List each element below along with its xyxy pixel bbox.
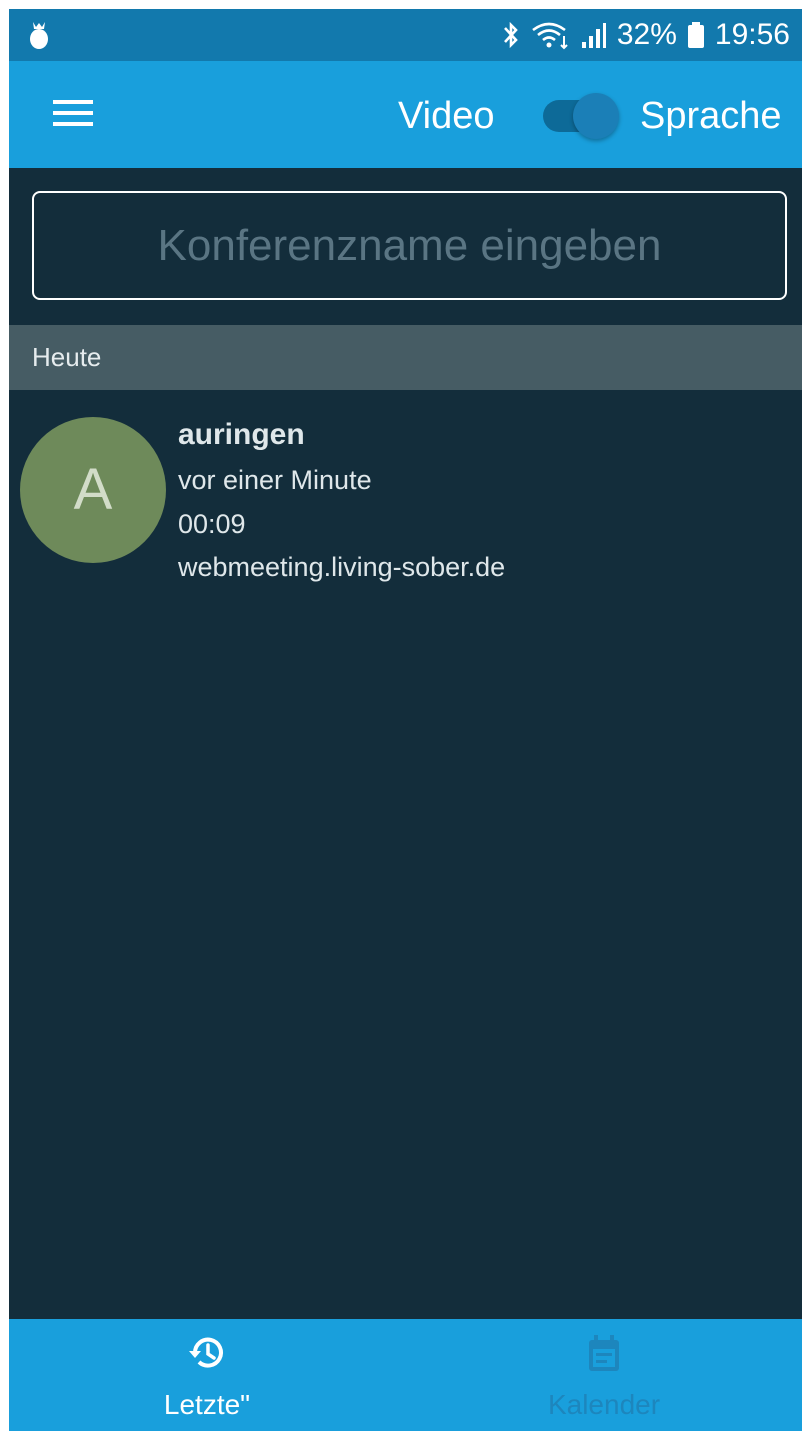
status-right-group: 32% 19:56 [501,9,790,61]
history-icon [189,1337,223,1368]
app-screen: 32% 19:56 Video Sprache Heute A aurin [9,9,802,1431]
conference-server: webmeeting.living-sober.de [178,552,506,582]
app-bar: Video Sprache [9,61,802,168]
conference-time-ago: vor einer Minute [178,465,372,495]
nav-tab-calendar[interactable]: Kalender [406,1319,802,1431]
nav-label-calendar: Kalender [547,1389,661,1420]
nav-tab-recent[interactable]: Letzte" [9,1319,405,1431]
battery-percent: 32% [616,18,677,51]
recent-conference-item[interactable]: A auringen vor einer Minute 00:09 webmee… [9,404,802,594]
sprache-label: Sprache [640,95,782,137]
conference-name-field[interactable] [32,191,787,300]
bottom-navigation: Letzte" Kalender [9,1319,802,1431]
calendar-icon [589,1335,619,1371]
conference-duration: 00:09 [178,509,246,539]
notification-app-icon [30,22,48,49]
toggle-knob [573,93,619,139]
signal-icon [581,23,606,48]
nav-label-recent: Letzte" [163,1389,251,1420]
status-bar: 32% 19:56 [9,9,802,61]
avatar: A [20,417,166,563]
conference-name-input[interactable] [34,193,785,298]
conference-name: auringen [178,418,305,451]
section-header: Heute [9,325,802,390]
bluetooth-icon [503,21,518,49]
battery-icon [687,22,704,48]
hamburger-menu-icon[interactable] [53,97,93,129]
video-label: Video [398,95,495,137]
status-time: 19:56 [714,18,790,51]
wifi-icon [532,22,568,50]
section-title: Heute [32,342,102,372]
video-sprache-toggle[interactable] [543,91,619,141]
